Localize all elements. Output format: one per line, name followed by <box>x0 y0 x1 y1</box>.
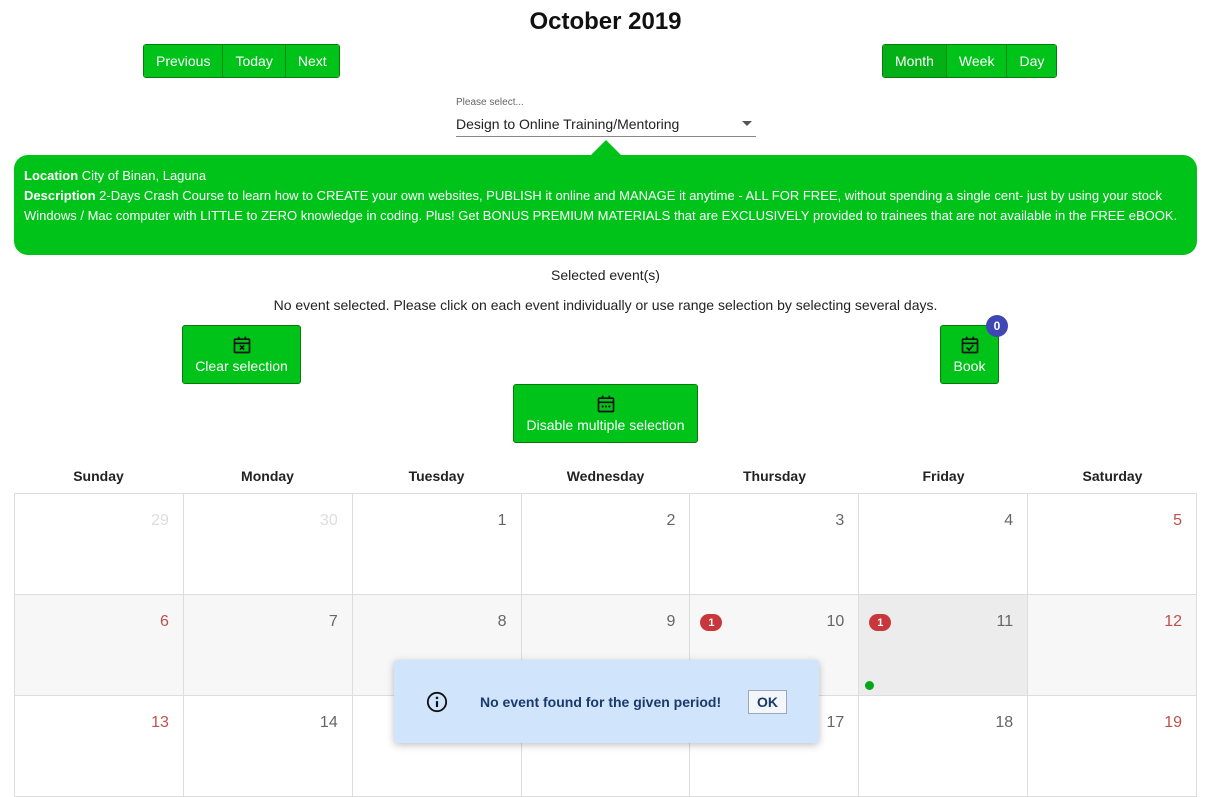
selected-event-value: Design to Online Training/Mentoring <box>456 115 680 132</box>
dropdown-arrow-icon <box>742 121 752 126</box>
day-number: 7 <box>328 613 338 630</box>
today-button[interactable]: Today <box>223 45 286 77</box>
weekday-label: Sunday <box>73 468 124 484</box>
day-number: 18 <box>995 714 1014 731</box>
day-number: 3 <box>835 512 845 529</box>
calendar-grid: 29301234567891011111213141516171819 <box>14 493 1198 797</box>
day-number: 11 <box>996 613 1014 630</box>
toast-message: No event found for the given period! <box>480 693 722 710</box>
week-view-button[interactable]: Week <box>946 45 1008 77</box>
weekday-label: Monday <box>241 468 294 484</box>
clear-selection-label: Clear selection <box>195 358 288 374</box>
weekday-label: Saturday <box>1082 468 1143 484</box>
toast-ok-button[interactable]: OK <box>748 689 787 714</box>
event-info-panel: Location City of Binan, Laguna Descripti… <box>14 155 1197 255</box>
event-select-dropdown[interactable]: Design to Online Training/Mentoring <box>456 111 756 137</box>
calendar-icon <box>597 395 614 413</box>
day-view-button[interactable]: Day <box>1007 45 1057 77</box>
clear-selection-button[interactable]: Clear selection <box>182 325 301 384</box>
calendar-day-cell[interactable]: 13 <box>15 696 184 797</box>
location-line: Location City of Binan, Laguna <box>24 166 1187 186</box>
next-button[interactable]: Next <box>285 45 339 77</box>
day-number: 4 <box>1004 512 1014 529</box>
calendar-day-cell[interactable]: 2 <box>521 494 691 595</box>
description-value: 2-Days Crash Course to learn how to CREA… <box>24 188 1178 223</box>
calendar-week-row: 29 30 1 2 3 4 5 <box>15 494 1198 595</box>
day-number: 2 <box>666 512 676 529</box>
view-button-group: Month Week Day <box>882 44 1058 78</box>
weekday-label: Tuesday <box>408 468 465 484</box>
page-title: October 2019 <box>529 8 682 35</box>
selector-caption: Please select... <box>456 97 524 108</box>
calendar-day-cell[interactable]: 12 <box>1028 595 1198 696</box>
calendar-day-cell[interactable]: 6 <box>15 595 184 696</box>
description-label: Description <box>24 188 96 203</box>
calendar-day-cell[interactable]: 30 <box>183 494 353 595</box>
event-dot-indicator[interactable] <box>865 681 875 690</box>
day-number: 14 <box>319 714 338 731</box>
day-number: 6 <box>159 613 169 630</box>
day-number: 1 <box>497 512 507 529</box>
description-line: Description 2-Days Crash Course to learn… <box>24 186 1187 226</box>
calendar-day-cell[interactable]: 3 <box>690 494 860 595</box>
day-number: 8 <box>497 613 507 630</box>
multiple-selection-toggle-button[interactable]: Disable multiple selection <box>513 384 698 443</box>
day-number: 9 <box>666 613 676 630</box>
navigation-button-group: Previous Today Next <box>143 44 340 78</box>
calendar-day-cell[interactable]: 11 1 <box>859 595 1029 696</box>
calendar-day-cell[interactable]: 19 <box>1028 696 1198 797</box>
calendar-day-cell[interactable]: 18 <box>859 696 1029 797</box>
selected-events-title: Selected event(s) <box>551 267 660 283</box>
location-value: City of Binan, Laguna <box>81 168 207 183</box>
location-label: Location <box>24 168 79 183</box>
day-number: 13 <box>151 714 169 731</box>
day-number: 10 <box>826 613 845 630</box>
calendar-day-cell[interactable]: 4 <box>859 494 1029 595</box>
selected-events-message: No event selected. Please click on each … <box>273 297 938 313</box>
day-number: 29 <box>151 512 169 529</box>
book-count-badge: 0 <box>986 315 1008 337</box>
event-count-badge[interactable]: 1 <box>700 614 723 631</box>
weekday-header: Sunday Monday Tuesday Wednesday Thursday… <box>14 468 1197 484</box>
weekday-label: Friday <box>922 468 965 484</box>
day-number: 12 <box>1164 613 1183 630</box>
weekday-label: Thursday <box>742 468 806 484</box>
day-number: 30 <box>319 512 338 529</box>
calendar-day-cell[interactable]: 5 <box>1028 494 1198 595</box>
weekday-label: Wednesday <box>566 468 645 484</box>
notification-toast: No event found for the given period! OK <box>394 660 819 743</box>
info-icon <box>426 691 448 712</box>
event-count-badge[interactable]: 1 <box>869 614 892 631</box>
day-number: 5 <box>1173 512 1183 529</box>
calendar-remove-icon <box>233 336 250 354</box>
book-label: Book <box>953 358 986 374</box>
calendar-day-cell[interactable]: 29 <box>15 494 184 595</box>
calendar-day-cell[interactable]: 14 <box>183 696 353 797</box>
calendar-day-cell[interactable]: 7 <box>183 595 353 696</box>
calendar-day-cell[interactable]: 1 <box>352 494 522 595</box>
multiple-selection-label: Disable multiple selection <box>526 417 685 433</box>
day-number: 19 <box>1164 714 1183 731</box>
info-pointer <box>590 140 622 156</box>
event-selector: Please select... Design to Online Traini… <box>456 97 756 137</box>
day-number: 17 <box>826 714 845 731</box>
month-view-button[interactable]: Month <box>883 45 947 77</box>
previous-button[interactable]: Previous <box>144 45 224 77</box>
calendar-check-icon <box>961 336 978 354</box>
